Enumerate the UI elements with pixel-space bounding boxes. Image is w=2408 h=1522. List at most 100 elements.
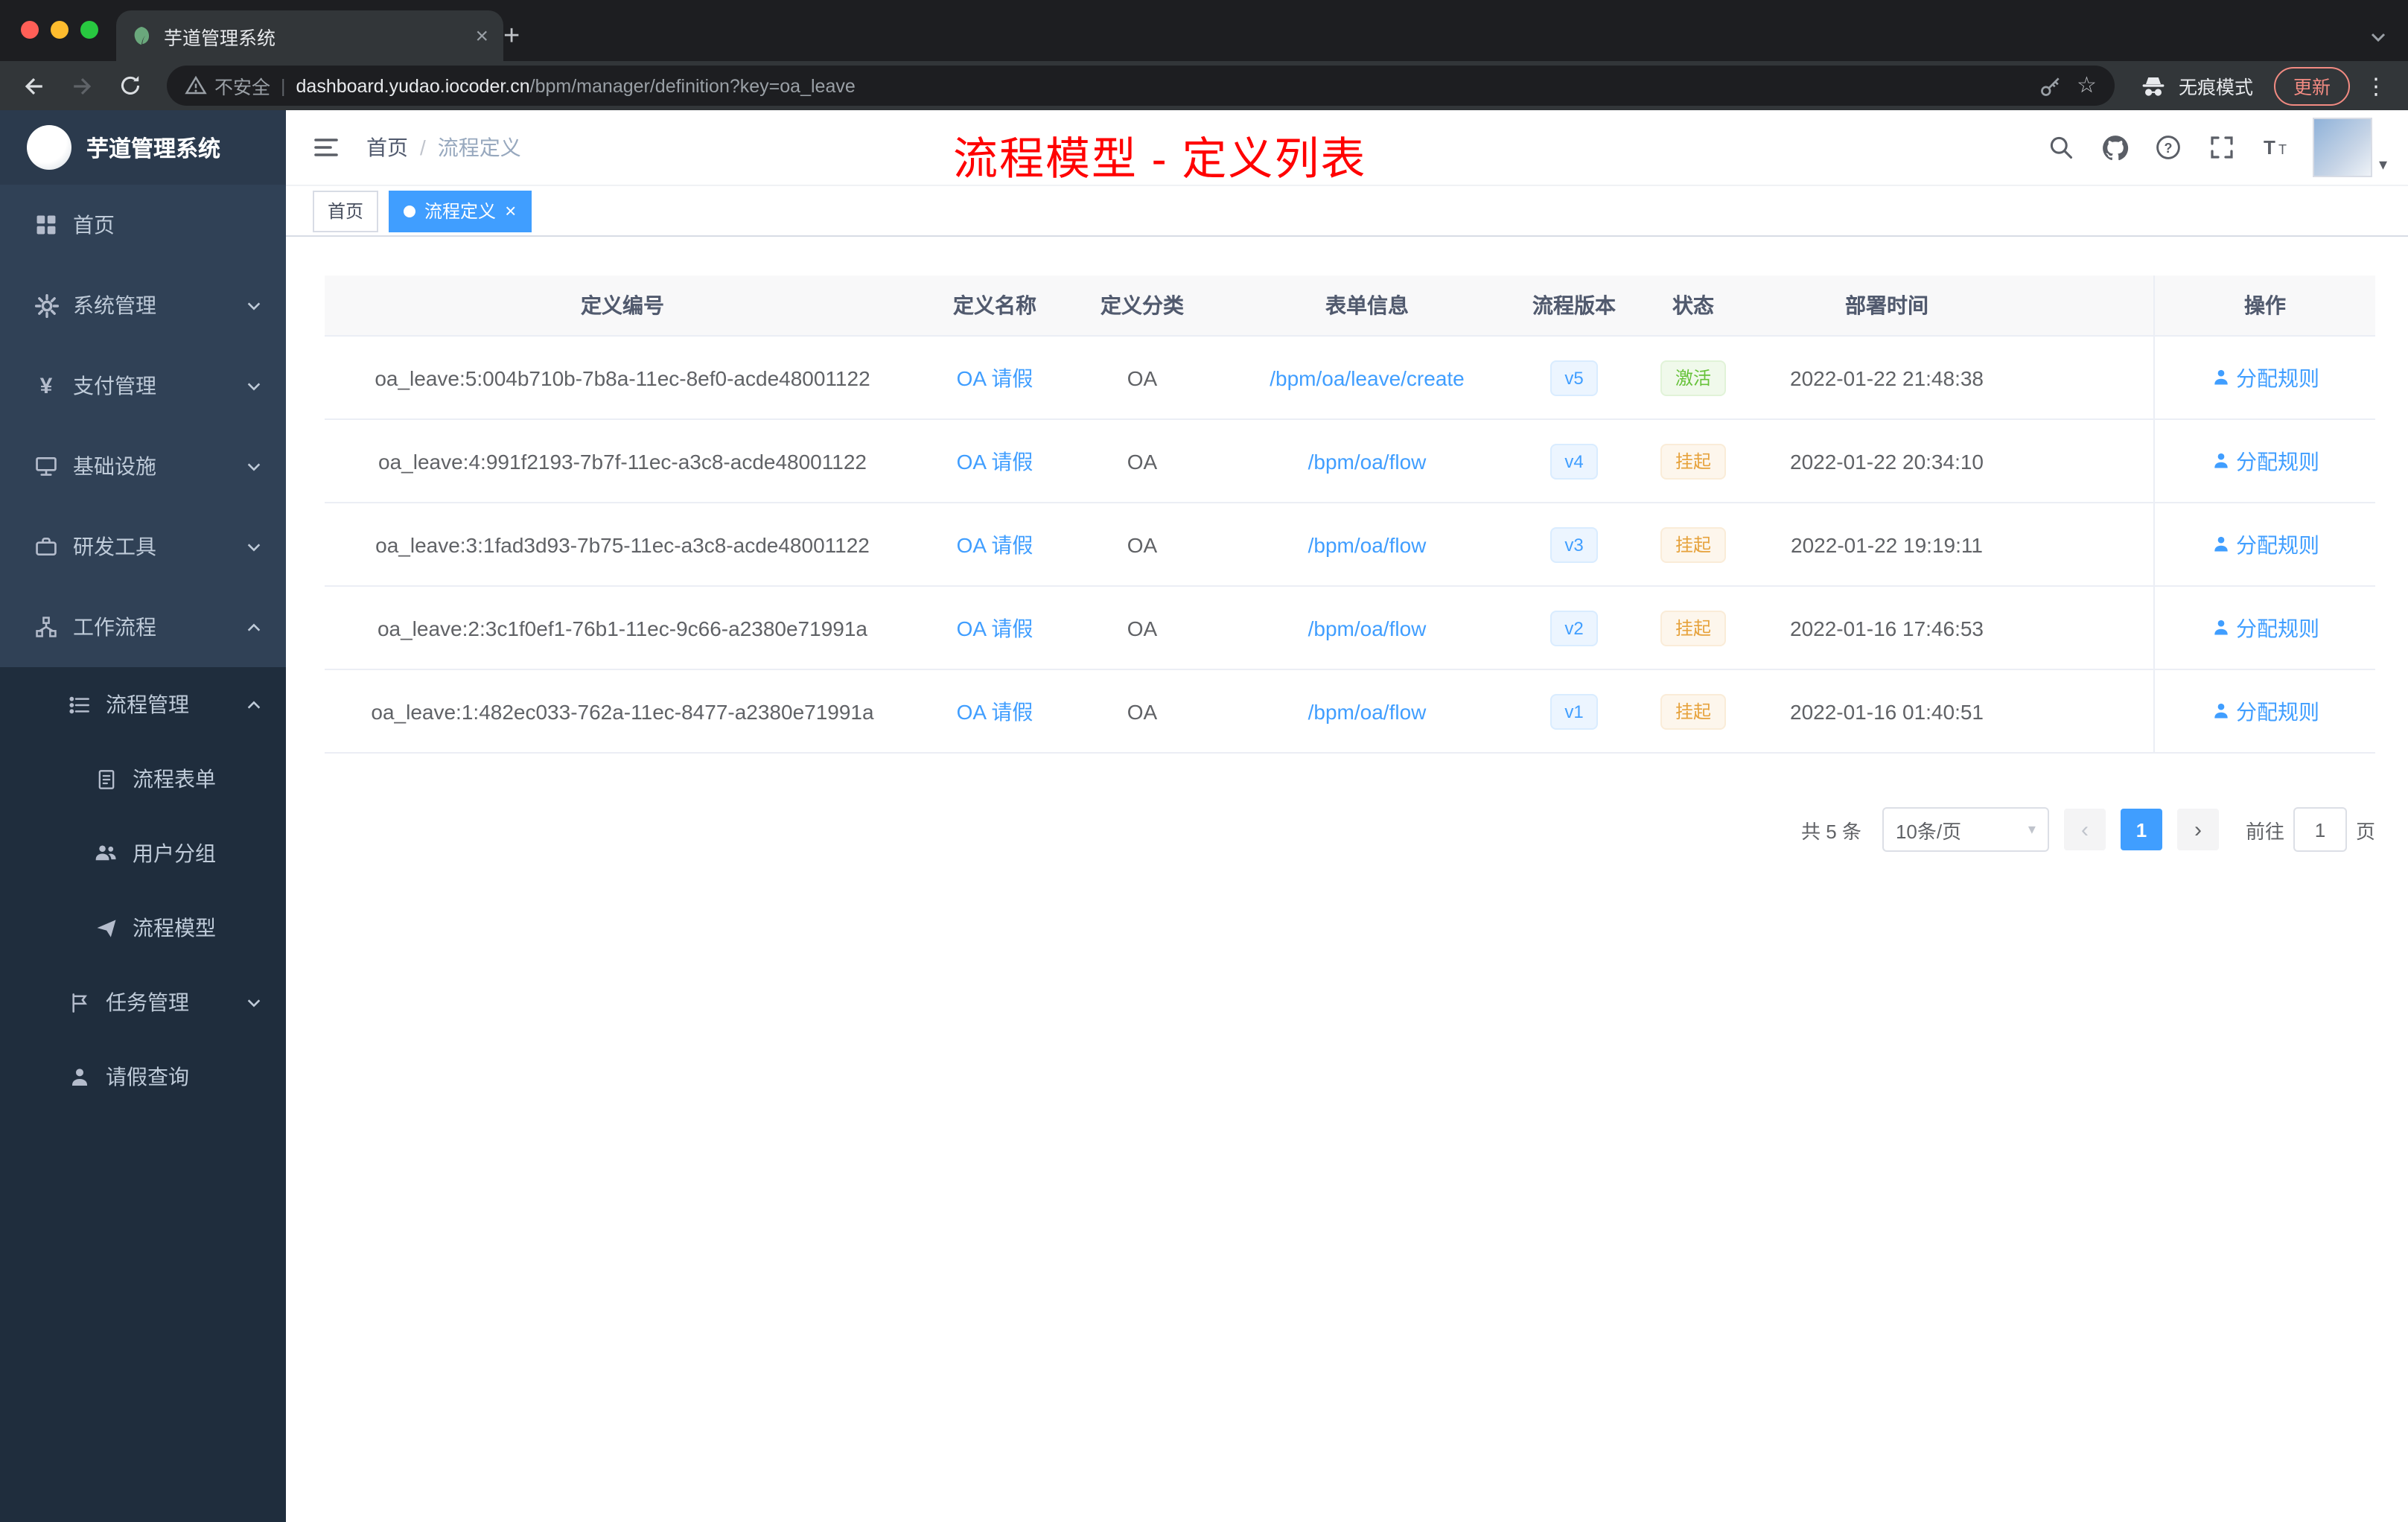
font-size-icon[interactable]: TT xyxy=(2260,131,2293,164)
chevron-up-icon xyxy=(246,619,262,635)
sidebar-item-task-management[interactable]: 任务管理 xyxy=(0,965,286,1039)
deploy-time: 2022-01-16 17:46:53 xyxy=(1790,616,1984,640)
bookmark-star-icon[interactable]: ☆ xyxy=(2077,74,2097,97)
definition-name-link[interactable]: OA 请假 xyxy=(957,696,1033,726)
tags-view: 首页 流程定义 × xyxy=(286,186,2408,237)
column-header: 流程版本 xyxy=(1532,293,1616,317)
assign-rule-link[interactable]: 分配规则 xyxy=(2211,696,2319,726)
next-page-button[interactable]: › xyxy=(2176,809,2219,850)
fullscreen-icon[interactable] xyxy=(2206,131,2239,164)
new-tab-button[interactable]: + xyxy=(503,22,520,52)
reload-icon[interactable] xyxy=(110,66,149,105)
sidebar-item-process-form[interactable]: 流程表单 xyxy=(0,742,286,816)
form-link[interactable]: /bpm/oa/flow xyxy=(1308,699,1427,723)
deploy-time: 2022-01-22 20:34:10 xyxy=(1790,449,1984,473)
definition-name-link[interactable]: OA 请假 xyxy=(957,363,1033,392)
form-link[interactable]: /bpm/oa/flow xyxy=(1308,449,1427,473)
prev-page-button[interactable]: ‹ xyxy=(2063,809,2106,850)
chevron-down-icon xyxy=(246,378,262,394)
tag-active-dot xyxy=(404,205,416,217)
key-icon[interactable] xyxy=(2038,74,2062,98)
sidebar-menu: 首页 系统管理 ¥ 支付管理 基础设施 研发工具 工作流程 流程管理 流程表单 … xyxy=(0,185,286,1522)
browser-tabstrip: 芋道管理系统 × + xyxy=(0,0,2408,61)
form-link[interactable]: /bpm/oa/flow xyxy=(1308,616,1427,640)
avatar[interactable] xyxy=(2313,118,2373,177)
person-icon xyxy=(2214,620,2227,635)
assign-rule-link[interactable]: 分配规则 xyxy=(2211,613,2319,643)
workflow-icon xyxy=(33,615,60,639)
tag-close-icon[interactable]: × xyxy=(505,201,516,220)
definition-name-link[interactable]: OA 请假 xyxy=(957,613,1033,643)
definition-id: oa_leave:4:991f2193-7b7f-11ec-a3c8-acde4… xyxy=(378,449,867,473)
column-header: 操作 xyxy=(2153,276,2375,335)
window-zoom-button[interactable] xyxy=(80,21,98,39)
tag-process-definition[interactable]: 流程定义 × xyxy=(389,190,532,232)
tab-close-icon[interactable]: × xyxy=(475,23,488,48)
forward-icon[interactable] xyxy=(63,66,101,105)
omnibox-actions: ☆ xyxy=(2038,74,2097,98)
tag-label: 流程定义 xyxy=(424,201,497,222)
sidebar-item-workflow[interactable]: 工作流程 xyxy=(0,587,286,667)
sidebar-item-dev-tools[interactable]: 研发工具 xyxy=(0,506,286,587)
page-number-button[interactable]: 1 xyxy=(2120,809,2162,850)
chevron-down-icon xyxy=(246,994,262,1010)
browser-tab[interactable]: 芋道管理系统 × xyxy=(116,10,503,61)
breadcrumb-home[interactable]: 首页 xyxy=(366,133,408,162)
browser-update-button[interactable]: 更新 xyxy=(2273,66,2350,105)
sidebar-item-process-management[interactable]: 流程管理 xyxy=(0,667,286,742)
sidebar-logo[interactable]: 芋道管理系统 xyxy=(0,110,286,185)
security-warning[interactable]: 不安全 xyxy=(185,71,270,100)
status-badge: 挂起 xyxy=(1660,443,1726,479)
sidebar-item-system[interactable]: 系统管理 xyxy=(0,265,286,346)
column-header: 表单信息 xyxy=(1325,293,1409,317)
form-link[interactable]: /bpm/oa/flow xyxy=(1308,532,1427,556)
definition-table: 定义编号 定义名称 定义分类 表单信息 流程版本 状态 部署时间 操作 oa_l… xyxy=(325,276,2375,754)
assign-rule-link[interactable]: 分配规则 xyxy=(2211,529,2319,559)
deploy-time: 2022-01-22 21:48:38 xyxy=(1790,366,1984,389)
assign-rule-link[interactable]: 分配规则 xyxy=(2211,363,2319,392)
sidebar-item-label: 请假查询 xyxy=(106,1065,189,1089)
window-close-button[interactable] xyxy=(21,21,39,39)
sidebar-item-leave-query[interactable]: 请假查询 xyxy=(0,1039,286,1114)
table-header-row: 定义编号 定义名称 定义分类 表单信息 流程版本 状态 部署时间 操作 xyxy=(325,276,2375,337)
chevron-down-icon xyxy=(246,458,262,474)
breadcrumb-current: 流程定义 xyxy=(437,136,521,159)
sidebar-item-infrastructure[interactable]: 基础设施 xyxy=(0,426,286,506)
dashboard-icon xyxy=(33,213,60,237)
browser-menu-icon[interactable]: ⋮ xyxy=(2359,72,2393,99)
sidebar-item-user-group[interactable]: 用户分组 xyxy=(0,816,286,891)
sidebar-item-payment[interactable]: ¥ 支付管理 xyxy=(0,346,286,426)
back-icon[interactable] xyxy=(15,66,54,105)
page-content: 定义编号 定义名称 定义分类 表单信息 流程版本 状态 部署时间 操作 oa_l… xyxy=(286,237,2408,1522)
page-size-select[interactable]: 10条/页 ▾ xyxy=(1882,807,2049,852)
help-icon[interactable]: ? xyxy=(2153,131,2185,164)
warning-triangle-icon xyxy=(185,74,207,97)
form-link[interactable]: /bpm/oa/leave/create xyxy=(1270,366,1465,389)
url-text[interactable]: dashboard.yudao.iocoder.cn/bpm/manager/d… xyxy=(296,75,2028,96)
user-menu[interactable]: ▾ xyxy=(2313,118,2387,177)
sidebar-item-label: 工作流程 xyxy=(73,615,156,639)
definition-id: oa_leave:3:1fad3d93-7b75-11ec-a3c8-acde4… xyxy=(375,532,870,556)
app-navbar: 首页 / 流程定义 流程模型 - 定义列表 ? T T ▾ xyxy=(286,110,2408,186)
tag-home[interactable]: 首页 xyxy=(313,190,379,232)
sidebar-item-process-model[interactable]: 流程模型 xyxy=(0,891,286,965)
address-bar[interactable]: 不安全 | dashboard.yudao.iocoder.cn/bpm/man… xyxy=(167,66,2115,106)
hamburger-icon[interactable] xyxy=(286,134,366,161)
sidebar-item-home[interactable]: 首页 xyxy=(0,185,286,265)
window-minimize-button[interactable] xyxy=(51,21,69,39)
search-icon[interactable] xyxy=(2045,131,2078,164)
sidebar-item-label: 任务管理 xyxy=(106,990,189,1014)
definition-name-link[interactable]: OA 请假 xyxy=(957,529,1033,559)
page-goto-input[interactable] xyxy=(2293,807,2347,852)
table-row: oa_leave:3:1fad3d93-7b75-11ec-a3c8-acde4… xyxy=(325,503,2375,587)
definition-category: OA xyxy=(1127,366,1158,389)
svg-text:?: ? xyxy=(2165,141,2173,156)
definition-name-link[interactable]: OA 请假 xyxy=(957,446,1033,476)
browser-toolbar: 不安全 | dashboard.yudao.iocoder.cn/bpm/man… xyxy=(0,61,2408,110)
github-icon[interactable] xyxy=(2099,131,2132,164)
gear-icon xyxy=(33,293,60,318)
sidebar-item-label: 系统管理 xyxy=(73,293,156,317)
assign-rule-link[interactable]: 分配规则 xyxy=(2211,446,2319,476)
tab-search-icon[interactable] xyxy=(2369,28,2387,46)
chevron-up-icon xyxy=(246,696,262,713)
